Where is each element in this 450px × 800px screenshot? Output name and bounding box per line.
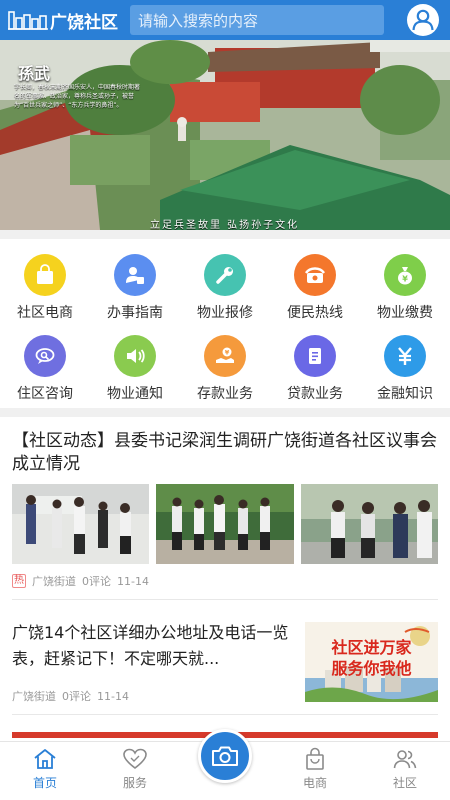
grid-item-label: 社区电商 — [17, 305, 73, 321]
tab-label: 社区 — [392, 776, 417, 790]
shopping-bag-icon — [24, 254, 66, 296]
grid-item-label: 住区咨询 — [17, 386, 73, 402]
grid-item-label: 金融知识 — [377, 386, 433, 402]
search-placeholder: 请输入搜索的内容 — [138, 11, 259, 30]
speaker-icon — [114, 335, 156, 377]
user-guide-icon — [114, 254, 156, 296]
news-image-row — [12, 484, 438, 564]
news-source: 广饶街道 — [32, 575, 76, 588]
grid-item-property-notice[interactable]: 物业通知 — [90, 326, 180, 407]
grid-item-label: 办事指南 — [107, 305, 163, 321]
svg-text:¥: ¥ — [225, 349, 230, 357]
grid-item-deposit[interactable]: ¥ 存款业务 — [180, 326, 270, 407]
grid-item-property-fee[interactable]: ¥ 物业缴费 — [360, 245, 450, 326]
app-logo[interactable]: 广饶社区 — [8, 8, 118, 33]
banner-caption: 孫武 — [18, 64, 51, 83]
tab-label: 服务 — [122, 776, 147, 790]
grid-item-label: 物业报修 — [197, 305, 253, 321]
section-divider — [0, 230, 450, 239]
home-icon — [34, 749, 56, 769]
user-avatar-button[interactable] — [407, 4, 439, 36]
news-source: 广饶街道 — [12, 690, 56, 703]
svg-text:¥: ¥ — [402, 275, 408, 284]
grid-item-label: 便民热线 — [287, 305, 343, 321]
grid-item-community-shop[interactable]: 社区电商 — [0, 245, 90, 326]
shopping-bag-icon — [306, 747, 324, 770]
loan-book-icon — [294, 335, 336, 377]
grid-row: 住区咨询 物业通知 ¥ 存款业务 贷款业务 金融知识 — [0, 326, 450, 407]
hot-badge: 热 — [12, 574, 26, 588]
chat-search-icon — [24, 335, 66, 377]
search-input[interactable]: 请输入搜索的内容 — [130, 5, 384, 35]
tab-service[interactable]: 服务 — [90, 742, 180, 800]
money-bag-icon: ¥ — [384, 254, 426, 296]
camera-icon — [212, 746, 238, 766]
news-date: 11-14 — [97, 689, 129, 703]
news-photo — [300, 484, 438, 564]
grid-item-finance-knowledge[interactable]: 金融知识 — [360, 326, 450, 407]
grid-item-label: 贷款业务 — [287, 386, 343, 402]
tab-label: 电商 — [302, 776, 327, 790]
tab-home[interactable]: 首页 — [0, 742, 90, 800]
camera-button[interactable] — [198, 729, 252, 783]
news-title: 【社区动态】县委书记梁润生调研广饶街道各社区议事会成立情况 — [12, 431, 437, 474]
news-thumbnail: 社区进万家 服务你我他 — [305, 622, 438, 702]
banner-footer-text: 立足兵圣故里 弘扬孙子文化 — [150, 220, 300, 230]
thumbnail-text-line2: 服务你我他 — [331, 659, 412, 678]
news-photo — [156, 484, 294, 564]
deposit-icon: ¥ — [204, 335, 246, 377]
divider-line — [12, 599, 438, 600]
news-comments: 0评论 — [62, 690, 91, 703]
news-date: 11-14 — [117, 574, 149, 588]
divider-line — [12, 714, 438, 715]
grid-item-service-guide[interactable]: 办事指南 — [90, 245, 180, 326]
grid-item-loan[interactable]: 贷款业务 — [270, 326, 360, 407]
banner-intro-text: 字长卿，春秋末期齐国乐安人，中国春秋时期著名的军事家、政治家，尊称兵圣或孙子，被… — [14, 84, 141, 109]
building-logo-icon — [8, 11, 48, 30]
user-icon — [412, 9, 434, 31]
news-meta: 广饶街道 0评论 11-14 — [12, 688, 129, 704]
grid-item-hotline[interactable]: 便民热线 — [270, 245, 360, 326]
banner-image — [0, 40, 450, 230]
heart-icon — [123, 748, 147, 770]
grid-row: 社区电商 办事指南 物业报修 便民热线 ¥ 物业缴费 — [0, 245, 450, 326]
app-name: 广饶社区 — [50, 12, 118, 33]
section-divider — [0, 408, 450, 417]
tab-label: 首页 — [32, 776, 57, 790]
grid-item-label: 物业缴费 — [377, 305, 433, 321]
news-title: 广饶14个社区详细办公地址及电话一览表，赶紧记下！不定哪天就... — [12, 623, 289, 668]
people-icon — [393, 750, 417, 769]
news-meta: 热 广饶街道 0评论 11-14 — [12, 573, 149, 589]
news-photo — [12, 484, 150, 564]
tab-shop[interactable]: 电商 — [270, 742, 360, 800]
grid-item-consult[interactable]: 住区咨询 — [0, 326, 90, 407]
grid-item-property-repair[interactable]: 物业报修 — [180, 245, 270, 326]
banner-carousel[interactable]: 孫武 字长卿，春秋末期齐国乐安人，中国春秋时期著名的军事家、政治家，尊称兵圣或孙… — [0, 40, 450, 230]
grid-item-label: 物业通知 — [107, 386, 163, 402]
app-screen: 广饶社区 请输入搜索的内容 孫武 字长卿，春秋末期齐国乐安人，中国春秋时期著名的… — [0, 0, 450, 800]
tab-community[interactable]: 社区 — [360, 742, 450, 800]
top-header: 广饶社区 请输入搜索的内容 — [0, 0, 450, 40]
service-grid: 社区电商 办事指南 物业报修 便民热线 ¥ 物业缴费 住区咨询 物业通知 ¥ 存… — [0, 245, 450, 407]
news-comments: 0评论 — [82, 575, 111, 588]
phone-icon — [294, 254, 336, 296]
yuan-icon — [384, 335, 426, 377]
grid-item-label: 存款业务 — [197, 386, 253, 402]
wrench-icon — [204, 254, 246, 296]
